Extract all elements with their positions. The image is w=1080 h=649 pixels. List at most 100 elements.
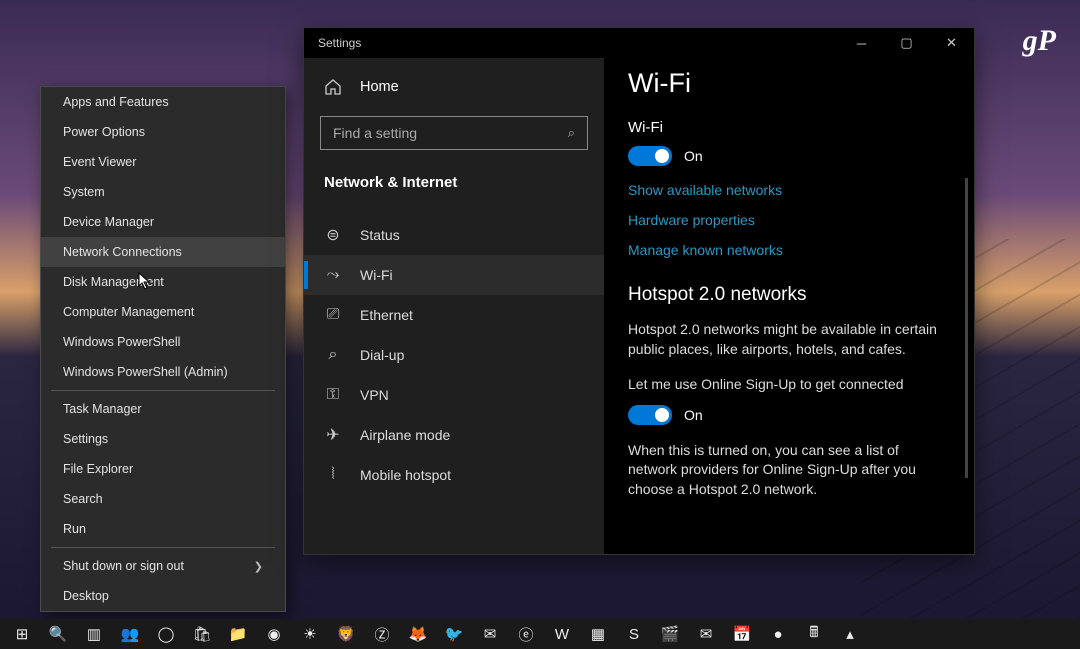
winx-item-event-viewer[interactable]: Event Viewer — [41, 147, 285, 177]
word-icon[interactable]: W — [544, 619, 580, 649]
menu-item-label: Event Viewer — [63, 155, 136, 169]
search-input[interactable]: Find a setting ⌕ — [320, 116, 588, 150]
titlebar[interactable]: Settings ─ ▢ ✕ — [304, 28, 974, 58]
menu-separator — [51, 390, 275, 391]
explorer-icon[interactable]: 📁 — [220, 619, 256, 649]
menu-item-label: Settings — [63, 432, 108, 446]
mail2-icon[interactable]: ✉ — [688, 619, 724, 649]
sway-icon[interactable]: S — [616, 619, 652, 649]
winx-item-system[interactable]: System — [41, 177, 285, 207]
firefox-icon[interactable]: 🦊 — [400, 619, 436, 649]
nav-item-label: VPN — [360, 387, 389, 403]
winx-item-run[interactable]: Run — [41, 514, 285, 544]
menu-item-label: Computer Management — [63, 305, 194, 319]
taskview-icon[interactable]: ▥ — [76, 619, 112, 649]
ethernet-icon: ⎚ — [324, 306, 342, 324]
menu-item-label: Disk Management — [63, 275, 164, 289]
link-available-networks[interactable]: Show available networks — [628, 182, 950, 198]
link-manage-known-networks[interactable]: Manage known networks — [628, 242, 950, 258]
nav-item-wi-fi[interactable]: ⤳ Wi-Fi — [304, 255, 604, 295]
winx-item-windows-powershell-admin-[interactable]: Windows PowerShell (Admin) — [41, 357, 285, 387]
menu-item-label: Network Connections — [63, 245, 182, 259]
winx-item-windows-powershell[interactable]: Windows PowerShell — [41, 327, 285, 357]
nav-item-mobile-hotspot[interactable]: ⦚Mobile hotspot — [304, 455, 604, 495]
cortana-icon[interactable]: ◯ — [148, 619, 184, 649]
nav-item-vpn[interactable]: ⚿ VPN — [304, 375, 604, 415]
mail-icon[interactable]: ✉ — [472, 619, 508, 649]
flux-icon[interactable]: ☀ — [292, 619, 328, 649]
nav-home[interactable]: Home — [304, 68, 604, 106]
search-icon: ⌕ — [568, 125, 575, 141]
hotspot-toggle-state: On — [684, 407, 703, 423]
app1-icon[interactable]: 🐦 — [436, 619, 472, 649]
settings-nav: Home Find a setting ⌕ Network & Internet… — [304, 58, 604, 554]
nav-item-label: Wi-Fi — [360, 267, 393, 283]
app2-icon[interactable]: ▦ — [580, 619, 616, 649]
settings-window: Settings ─ ▢ ✕ Home Find a setting ⌕ Net… — [303, 27, 975, 555]
menu-item-label: Apps and Features — [63, 95, 169, 109]
nav-item-airplane-mode[interactable]: ✈ Airplane mode — [304, 415, 604, 455]
menu-item-label: Shut down or sign out — [63, 559, 184, 573]
minimize-button[interactable]: ─ — [839, 28, 884, 58]
nav-item-label: Dial-up — [360, 347, 404, 363]
watermark-logo: gP — [1023, 24, 1056, 58]
winx-item-disk-management[interactable]: Disk Management — [41, 267, 285, 297]
movies-icon[interactable]: 🎬 — [652, 619, 688, 649]
wifi-toggle[interactable]: On — [628, 146, 950, 166]
maximize-button[interactable]: ▢ — [884, 28, 929, 58]
hotspot-header: Hotspot 2.0 networks — [628, 284, 950, 306]
start-icon[interactable]: ⊞ — [4, 619, 40, 649]
nav-item-label: Ethernet — [360, 307, 413, 323]
winx-item-power-options[interactable]: Power Options — [41, 117, 285, 147]
winx-item-desktop[interactable]: Desktop — [41, 581, 285, 611]
window-title: Settings — [318, 36, 361, 50]
menu-item-label: System — [63, 185, 105, 199]
app3-icon[interactable]: ● — [760, 619, 796, 649]
winx-item-device-manager[interactable]: Device Manager — [41, 207, 285, 237]
edge-icon[interactable]: ⓔ — [508, 619, 544, 649]
winx-item-search[interactable]: Search — [41, 484, 285, 514]
toggle-switch-icon — [628, 405, 672, 425]
wifi-toggle-state: On — [684, 148, 703, 164]
dialup-icon: ⌕ — [324, 346, 342, 364]
wifi-icon: ⤳ — [324, 266, 342, 284]
winx-item-file-explorer[interactable]: File Explorer — [41, 454, 285, 484]
nav-item-label: Airplane mode — [360, 427, 450, 443]
nav-item-dial-up[interactable]: ⌕ Dial-up — [304, 335, 604, 375]
hotspot-description: Hotspot 2.0 networks might be available … — [628, 320, 950, 359]
menu-item-label: Windows PowerShell — [63, 335, 180, 349]
link-hardware-properties[interactable]: Hardware properties — [628, 212, 950, 228]
winx-item-task-manager[interactable]: Task Manager — [41, 394, 285, 424]
search-placeholder: Find a setting — [333, 125, 417, 141]
nav-item-ethernet[interactable]: ⎚ Ethernet — [304, 295, 604, 335]
vlc-icon[interactable]: ▴ — [832, 619, 868, 649]
nav-item-status[interactable]: ⊜Status — [304, 215, 604, 255]
menu-item-label: Power Options — [63, 125, 145, 139]
zoho-icon[interactable]: Ⓩ — [364, 619, 400, 649]
winx-context-menu: Apps and Features Power Options Event View… — [40, 86, 286, 612]
calc-icon[interactable]: 🖩 — [796, 619, 832, 649]
menu-item-label: Task Manager — [63, 402, 142, 416]
menu-item-label: Run — [63, 522, 86, 536]
winx-item-settings[interactable]: Settings — [41, 424, 285, 454]
winx-item-apps-and-features[interactable]: Apps and Features — [41, 87, 285, 117]
chrome-icon[interactable]: ◉ — [256, 619, 292, 649]
chevron-right-icon: ❯ — [254, 560, 263, 573]
close-button[interactable]: ✕ — [929, 28, 974, 58]
scrollbar[interactable] — [965, 178, 968, 478]
taskbar: ⊞🔍▥👥◯🛍📁◉☀🦁Ⓩ🦊🐦✉ⓔW▦S🎬✉📅●🖩▴ — [0, 619, 1080, 649]
people-icon[interactable]: 👥 — [112, 619, 148, 649]
nav-item-label: Mobile hotspot — [360, 467, 451, 483]
winx-item-computer-management[interactable]: Computer Management — [41, 297, 285, 327]
hotspot-toggle[interactable]: On — [628, 405, 950, 425]
brave-icon[interactable]: 🦁 — [328, 619, 364, 649]
calendar-icon[interactable]: 📅 — [724, 619, 760, 649]
menu-item-label: Desktop — [63, 589, 109, 603]
airplane-icon: ✈ — [324, 426, 342, 444]
home-icon — [324, 78, 342, 96]
winx-item-shut-down-or-sign-out[interactable]: Shut down or sign out ❯ — [41, 551, 285, 581]
vpn-icon: ⚿ — [324, 386, 342, 404]
search-icon[interactable]: 🔍 — [40, 619, 76, 649]
store-icon[interactable]: 🛍 — [184, 619, 220, 649]
winx-item-network-connections[interactable]: Network Connections — [41, 237, 285, 267]
